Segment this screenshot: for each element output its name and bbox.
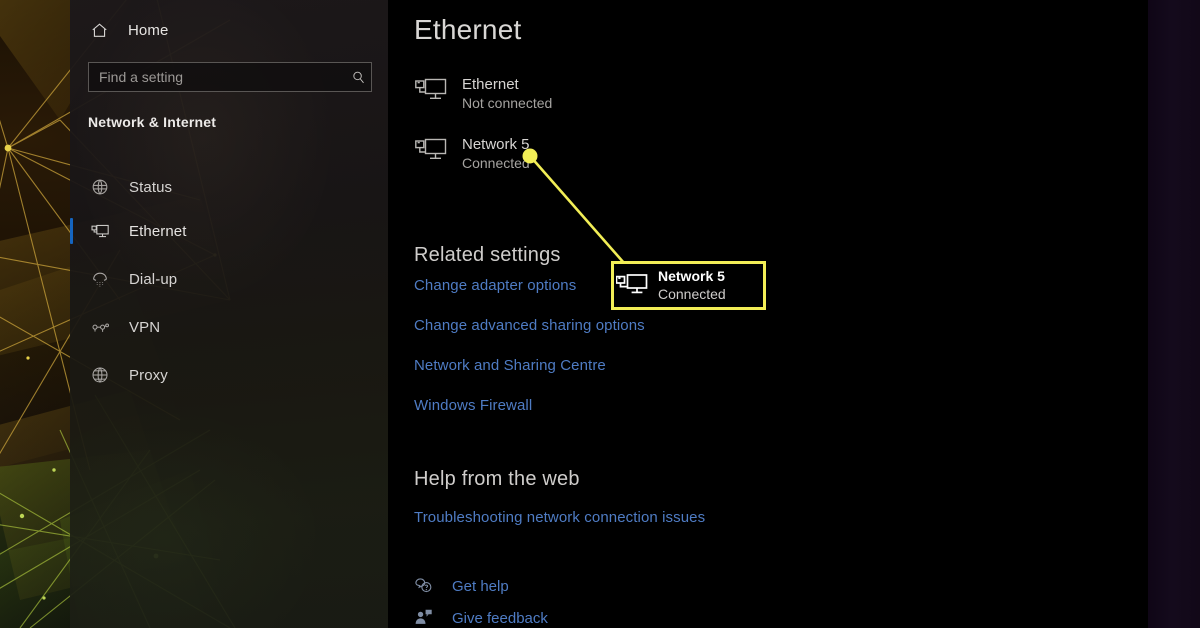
sidebar-item-proxy-label: Proxy	[129, 366, 168, 384]
page-title: Ethernet	[414, 14, 522, 45]
adapter-text: Ethernet Not connected	[462, 76, 552, 113]
sidebar-item-vpn[interactable]: VPN	[70, 308, 388, 346]
sidebar-item-dialup-label: Dial-up	[129, 270, 178, 288]
adapter-name: Ethernet	[462, 76, 519, 93]
sidebar-item-status[interactable]: Status	[70, 168, 388, 206]
link-troubleshooting-network-connection-issues[interactable]: Troubleshooting network connection issue…	[414, 509, 705, 526]
footer-link-get-help-label[interactable]: Get help	[452, 578, 509, 595]
sidebar-item-vpn-label: VPN	[129, 318, 161, 336]
ethernet-adapter-icon	[414, 76, 448, 106]
vpn-nodes-icon	[89, 316, 111, 338]
desktop-right-area	[1148, 0, 1200, 628]
sidebar-item-ethernet[interactable]: Ethernet	[70, 212, 388, 250]
settings-sidebar: Home Network & Internet	[70, 0, 388, 628]
link-change-adapter-options[interactable]: Change adapter options	[414, 277, 576, 294]
sidebar-item-proxy[interactable]: Proxy	[70, 356, 388, 394]
link-network-and-sharing-centre[interactable]: Network and Sharing Centre	[414, 357, 606, 374]
sidebar-item-dialup[interactable]: Dial-up	[70, 260, 388, 298]
sidebar-selection-indicator	[70, 218, 73, 244]
adapter-name: Network 5	[462, 136, 530, 153]
screen: Home Network & Internet	[0, 0, 1200, 628]
footer-link-get-help[interactable]: Get help	[414, 576, 509, 596]
settings-content: Ethernet Ethernet Not connected Network …	[388, 0, 1148, 628]
adapter-status: Connected	[462, 155, 530, 171]
footer-link-give-feedback[interactable]: Give feedback	[414, 608, 548, 628]
ethernet-adapter-icon	[414, 136, 448, 166]
link-change-advanced-sharing-options[interactable]: Change advanced sharing options	[414, 317, 645, 334]
adapter-row-ethernet[interactable]: Ethernet Not connected	[414, 76, 552, 113]
sidebar-item-ethernet-label: Ethernet	[129, 222, 187, 240]
dialup-phone-icon	[89, 268, 111, 290]
help-from-web-heading: Help from the web	[414, 468, 580, 490]
related-settings-heading: Related settings	[414, 244, 561, 266]
settings-window: Home Network & Internet	[70, 0, 1148, 628]
footer-link-give-feedback-label[interactable]: Give feedback	[452, 610, 548, 627]
adapter-row-network5[interactable]: Network 5 Connected	[414, 136, 530, 173]
adapter-status: Not connected	[462, 95, 553, 111]
feedback-person-icon	[414, 608, 434, 628]
ethernet-icon	[89, 220, 111, 242]
status-globe-icon	[89, 176, 111, 198]
link-windows-firewall[interactable]: Windows Firewall	[414, 397, 532, 414]
sidebar-item-status-label: Status	[129, 178, 173, 196]
sidebar-nav-list: Status Ethernet Dial-up VPN Proxy	[70, 0, 388, 628]
question-bubble-icon	[414, 576, 434, 596]
adapter-text: Network 5 Connected	[462, 136, 530, 173]
globe-icon	[89, 364, 111, 386]
